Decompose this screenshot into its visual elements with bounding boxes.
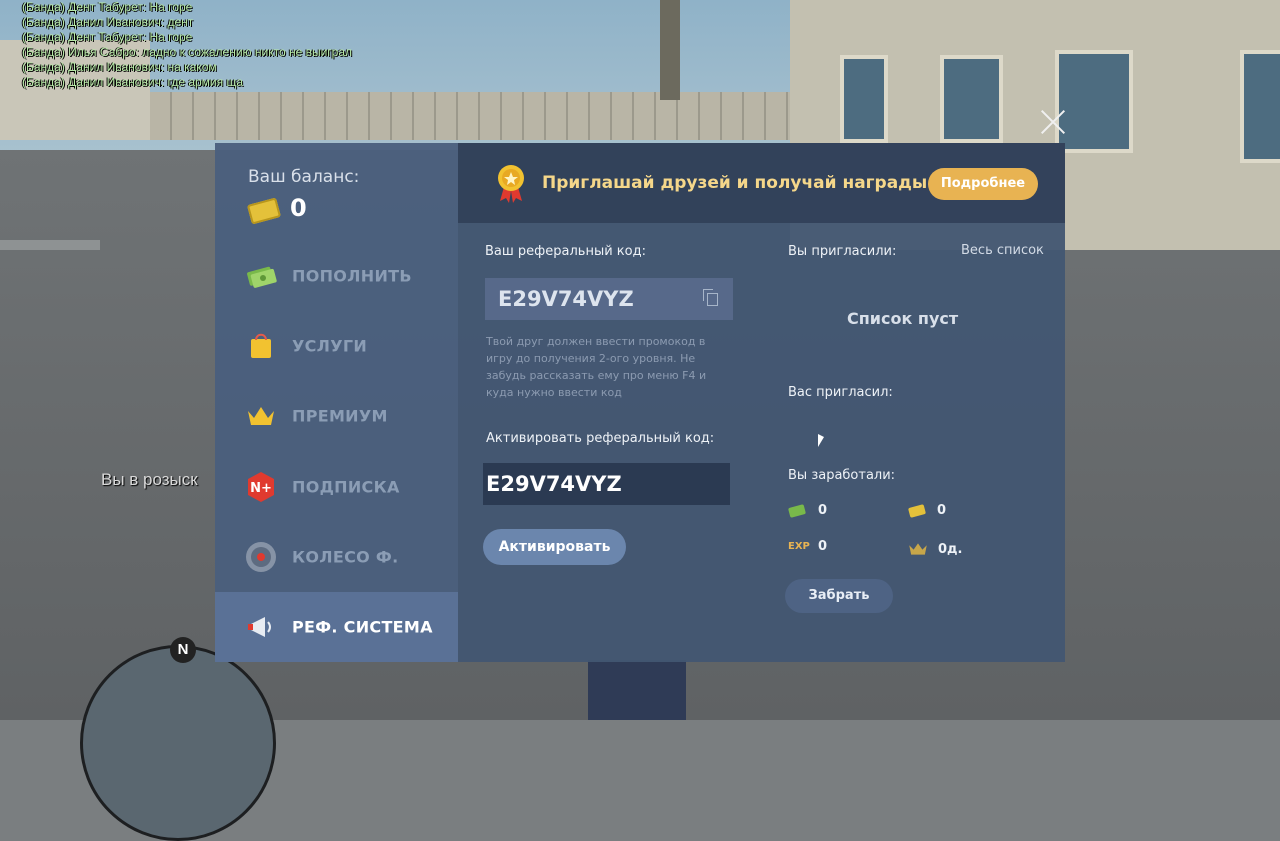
tree-trunk [660, 0, 680, 100]
subscription-icon: N+ [248, 472, 274, 502]
shopping-bag-icon [251, 333, 271, 358]
window [1240, 50, 1280, 163]
sidebar-item-premium[interactable]: ПРЕМИУМ [215, 386, 458, 446]
activate-button[interactable]: Активировать [483, 529, 626, 565]
fortune-wheel-icon [246, 542, 276, 572]
window [940, 55, 1003, 143]
invited-by-label: Вас пригласил: [788, 385, 893, 400]
sidebar-item-services[interactable]: УСЛУГИ [215, 316, 458, 376]
donate-currency-icon [907, 504, 927, 518]
sidebar-item-label: УСЛУГИ [292, 336, 368, 356]
referral-code: E29V74VYZ [498, 287, 634, 311]
balance-value: 0 [290, 194, 307, 222]
take-reward-button[interactable]: Забрать [785, 579, 893, 613]
chat-line: (Банда) Илья Сабро: ладно к сожалению ни… [22, 45, 353, 59]
wanted-status-text: Вы в розыск [101, 470, 198, 489]
player-character [588, 660, 686, 720]
fence [150, 92, 800, 140]
referral-hint: Твой друг должен ввести промокод в игру … [486, 335, 707, 399]
your-code-label: Ваш реферальный код: [485, 244, 646, 259]
donate-menu-panel: Ваш баланс: 0 ПОПОЛНИТЬ УСЛУГИ ПРЕМИУМ N… [215, 143, 1065, 662]
sidebar-item-label: КОЛЕСО Ф. [292, 547, 399, 567]
sidebar-item-referral-system[interactable]: РЕФ. СИСТЕМА [215, 592, 458, 662]
chat-line: (Банда) Данил Иванович: где армия ща [22, 75, 244, 89]
earned-label: Вы заработали: [788, 468, 896, 483]
mouse-cursor-icon [818, 434, 824, 447]
activate-code-label: Активировать реферальный код: [486, 431, 715, 446]
earned-money-value: 0 [818, 503, 828, 518]
chat-log: (Банда) Дент Табурет: На горе (Банда) Да… [22, 0, 352, 90]
banner-text: Приглашай друзей и получай награды [542, 173, 928, 193]
sidebar-item-label: ПОПОЛНИТЬ [292, 266, 412, 286]
chat-line: (Банда) Данил Иванович: дент [22, 15, 194, 29]
earned-premium-value: 0д. [938, 542, 963, 557]
balance-money-icon [246, 197, 282, 225]
chat-line: (Банда) Дент Табурет: На горе [22, 0, 193, 14]
sidebar-item-label: ПОДПИСКА [292, 477, 400, 497]
empty-list-text: Список пуст [847, 309, 959, 328]
svg-text:N+: N+ [250, 481, 272, 496]
medal-icon [498, 165, 524, 203]
referral-banner: Приглашай друзей и получай награды Подро… [458, 143, 1065, 223]
close-icon[interactable] [1039, 108, 1067, 136]
window [840, 55, 888, 143]
sidebar-item-fortune-wheel[interactable]: КОЛЕСО Ф. [215, 527, 458, 587]
referral-content: Приглашай друзей и получай награды Подро… [458, 143, 1065, 662]
minimap [80, 645, 276, 841]
crown-icon [248, 407, 274, 425]
money-icon [787, 504, 807, 518]
sidebar-item-label: ПРЕМИУМ [292, 406, 388, 426]
crown-icon [909, 543, 927, 555]
sidebar-item-label: РЕФ. СИСТЕМА [292, 617, 433, 637]
earned-donate-value: 0 [937, 503, 947, 518]
money-icon [247, 266, 277, 288]
earned-exp-value: 0 [818, 539, 828, 554]
minimap-north-indicator: N [170, 637, 196, 663]
window [1055, 50, 1133, 153]
exp-icon: EXP [788, 541, 810, 552]
sidebar-item-topup[interactable]: ПОПОЛНИТЬ [215, 246, 458, 306]
copy-icon[interactable] [703, 289, 718, 306]
chat-line: (Банда) Дент Табурет: На горе [22, 30, 193, 44]
activate-code-input[interactable] [483, 463, 730, 505]
more-info-button[interactable]: Подробнее [928, 168, 1038, 200]
sidebar: Ваш баланс: 0 ПОПОЛНИТЬ УСЛУГИ ПРЕМИУМ N… [215, 143, 458, 662]
megaphone-icon [248, 617, 271, 637]
curb [0, 240, 100, 250]
sidebar-item-subscription[interactable]: N+ ПОДПИСКА [215, 457, 458, 517]
chat-line: (Банда) Данил Иванович: на каком [22, 60, 217, 74]
invited-label: Вы пригласили: [788, 244, 897, 259]
balance-label: Ваш баланс: [248, 167, 360, 187]
full-list-link[interactable]: Весь список [961, 243, 1044, 258]
referral-code-box: E29V74VYZ [485, 278, 733, 320]
